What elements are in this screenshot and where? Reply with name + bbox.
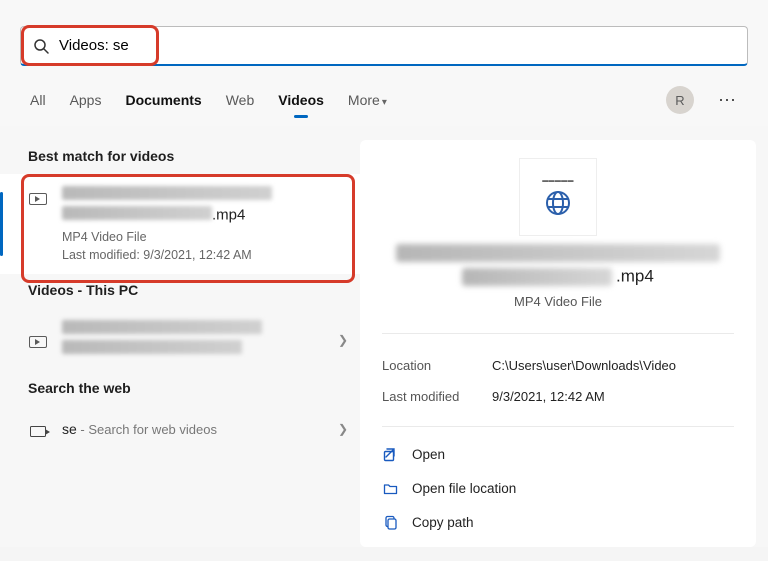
- video-file-icon: [28, 190, 48, 208]
- web-query-text: se: [62, 421, 77, 437]
- video-result-2[interactable]: ❯: [0, 308, 360, 372]
- preview-title-blurred-2: [462, 268, 612, 286]
- tab-apps[interactable]: Apps: [70, 92, 102, 108]
- open-icon: [382, 446, 398, 462]
- preview-title: .mp4: [382, 244, 734, 290]
- folder-icon: [382, 480, 398, 496]
- preview-extension: .mp4: [616, 267, 654, 286]
- result-file-type: MP4 Video File: [62, 230, 348, 244]
- globe-icon: [545, 190, 571, 216]
- tab-videos[interactable]: Videos: [278, 92, 324, 108]
- web-video-icon: [28, 422, 48, 440]
- meta-modified-label: Last modified: [382, 389, 492, 404]
- result2-title-blurred-2: [62, 340, 242, 354]
- tab-documents[interactable]: Documents: [125, 92, 201, 108]
- chevron-down-icon: ▾: [382, 97, 387, 108]
- overflow-menu-icon[interactable]: ⋯: [718, 90, 738, 111]
- meta-modified-value: 9/3/2021, 12:42 AM: [492, 389, 734, 404]
- web-hint-text: - Search for web videos: [77, 422, 217, 437]
- preview-file-type: MP4 Video File: [382, 294, 734, 309]
- result-title-blurred-2: [62, 206, 212, 220]
- preview-actions: Open Open file location Copy path: [382, 426, 734, 539]
- search-web-item[interactable]: se - Search for web videos ❯: [0, 406, 360, 452]
- copy-icon: [382, 514, 398, 530]
- preview-title-blurred: [396, 244, 720, 262]
- chevron-right-icon: ❯: [338, 333, 348, 347]
- tab-all[interactable]: All: [30, 92, 46, 108]
- preview-pane: ▬▬▬▬▬ .mp4 MP4 Video File Location C:\Us…: [360, 140, 756, 547]
- preview-thumbnail: ▬▬▬▬▬: [519, 158, 597, 236]
- result-title-blurred: [62, 186, 272, 200]
- selection-indicator: [0, 192, 3, 256]
- chevron-right-icon: ❯: [338, 422, 348, 436]
- action-open-label: Open: [412, 447, 445, 462]
- result2-title-blurred: [62, 320, 262, 334]
- meta-location-value: C:\Users\user\Downloads\Video: [492, 358, 734, 373]
- meta-location-label: Location: [382, 358, 492, 373]
- action-open-location-label: Open file location: [412, 481, 516, 496]
- content-area: Best match for videos .mp4 MP4 Video Fil…: [0, 126, 768, 547]
- result-extension: .mp4: [212, 207, 245, 224]
- tab-more[interactable]: More▾: [348, 92, 387, 108]
- search-input[interactable]: [59, 37, 735, 54]
- search-icon: [33, 38, 49, 54]
- user-avatar[interactable]: R: [666, 86, 694, 114]
- filter-tabs: All Apps Documents Web Videos More▾ R ⋯: [0, 76, 768, 126]
- video-file-icon: [28, 333, 48, 351]
- results-pane: Best match for videos .mp4 MP4 Video Fil…: [0, 126, 360, 547]
- search-box[interactable]: [20, 26, 748, 66]
- action-open[interactable]: Open: [382, 437, 734, 471]
- result-modified: Last modified: 9/3/2021, 12:42 AM: [62, 248, 348, 262]
- videos-this-pc-header: Videos - This PC: [0, 274, 360, 308]
- preview-meta: Location C:\Users\user\Downloads\Video L…: [382, 333, 734, 412]
- action-copy-path-label: Copy path: [412, 515, 474, 530]
- tab-web[interactable]: Web: [226, 92, 255, 108]
- best-match-header: Best match for videos: [0, 140, 360, 174]
- action-open-location[interactable]: Open file location: [382, 471, 734, 505]
- search-bar-container: [0, 0, 768, 76]
- best-match-result[interactable]: .mp4 MP4 Video File Last modified: 9/3/2…: [0, 174, 360, 274]
- search-web-header: Search the web: [0, 372, 360, 406]
- action-copy-path[interactable]: Copy path: [382, 505, 734, 539]
- tab-more-label: More: [348, 92, 380, 108]
- thumb-caption: ▬▬▬▬▬: [542, 178, 574, 184]
